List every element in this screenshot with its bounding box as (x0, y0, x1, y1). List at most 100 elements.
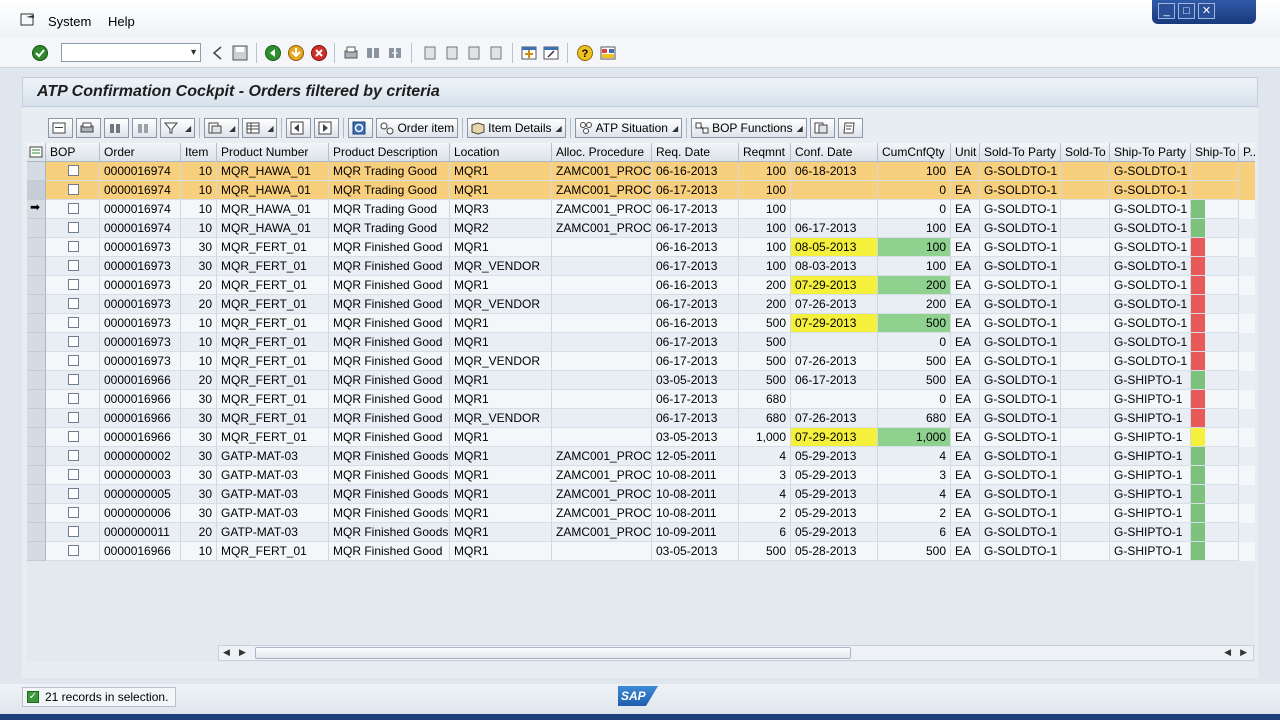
enter-checkmark-icon[interactable] (31, 44, 49, 62)
atp-situation-button[interactable]: ATP Situation ◢ (574, 118, 683, 138)
scroll-right-icon[interactable]: ▶ (239, 647, 246, 658)
order-item-button[interactable]: Order item (376, 118, 459, 138)
table-row[interactable]: 0000016966 30 MQR_FERT_01 MQR Finished Good… (27, 390, 1255, 409)
column-header[interactable]: Unit (951, 143, 980, 162)
expand-button[interactable] (286, 118, 312, 138)
bop-checkbox[interactable] (68, 336, 79, 347)
table-row[interactable]: 0000016966 20 MQR_FERT_01 MQR Finished Good… (27, 371, 1255, 390)
bop-checkbox[interactable] (68, 317, 79, 328)
column-header[interactable]: Item (181, 143, 217, 162)
find-next-button[interactable] (132, 118, 157, 138)
filter-button[interactable]: ◢ (160, 118, 196, 138)
row-selector[interactable] (27, 523, 46, 542)
row-selector[interactable] (27, 485, 46, 504)
bop-checkbox[interactable] (68, 165, 79, 176)
row-selector[interactable] (27, 409, 46, 428)
table-row[interactable]: 0000016973 10 MQR_FERT_01 MQR Finished Good… (27, 314, 1255, 333)
row-selector[interactable] (27, 542, 46, 561)
table-row[interactable]: 0000016974 10 MQR_HAWA_01 MQR Trading Good M… (27, 219, 1255, 238)
scroll-left-icon[interactable]: ◀ (223, 647, 230, 658)
refresh-button[interactable] (348, 118, 374, 138)
scrollbar-thumb[interactable] (255, 647, 851, 659)
column-header[interactable]: BOP (46, 143, 100, 162)
row-selector[interactable] (27, 333, 46, 352)
bop-checkbox[interactable] (68, 184, 79, 195)
row-selector[interactable] (27, 466, 46, 485)
bop-checkbox[interactable] (68, 431, 79, 442)
back-arrow-icon[interactable] (209, 44, 227, 62)
table-row[interactable]: 0000016966 30 MQR_FERT_01 MQR Finished Good… (27, 409, 1255, 428)
row-selector[interactable] (27, 371, 46, 390)
table-row[interactable]: 0000016973 20 MQR_FERT_01 MQR Finished Good… (27, 295, 1255, 314)
find-icon[interactable] (364, 44, 382, 62)
select-all-icon[interactable] (27, 143, 46, 162)
row-selector[interactable] (27, 219, 46, 238)
find-button[interactable] (104, 118, 129, 138)
column-header[interactable]: Location (450, 143, 552, 162)
row-selector[interactable] (27, 352, 46, 371)
table-row[interactable]: 0000000005 30 GATP-MAT-03 MQR Finished Good… (27, 485, 1255, 504)
previous-page-icon[interactable] (443, 44, 461, 62)
table-row[interactable]: 0000000002 30 GATP-MAT-03 MQR Finished Good… (27, 447, 1255, 466)
back-icon[interactable] (264, 44, 282, 62)
column-header[interactable]: Conf. Date (791, 143, 878, 162)
table-row[interactable]: 0000016973 30 MQR_FERT_01 MQR Finished Good… (27, 238, 1255, 257)
row-selector[interactable] (27, 504, 46, 523)
layout-button[interactable]: ◢ (242, 118, 278, 138)
column-header[interactable]: CumCnfQty (878, 143, 951, 162)
menu-help[interactable]: Help (108, 14, 135, 29)
row-selector[interactable] (27, 257, 46, 276)
table-row[interactable]: 0000000006 30 GATP-MAT-03 MQR Finished Good… (27, 504, 1255, 523)
table-row[interactable]: 0000000011 20 GATP-MAT-03 MQR Finished Good… (27, 523, 1255, 542)
column-header[interactable]: Ship-To Party (1110, 143, 1191, 162)
export-button[interactable]: ◢ (204, 118, 240, 138)
bop-checkbox[interactable] (68, 298, 79, 309)
table-row[interactable]: 0000016974 10 MQR_HAWA_01 MQR Trading Good M… (27, 162, 1255, 181)
bop-checkbox[interactable] (68, 412, 79, 423)
menu-icon[interactable] (20, 13, 36, 27)
chevron-down-icon[interactable]: ▼ (189, 47, 198, 57)
bop-checkbox[interactable] (68, 260, 79, 271)
exit-icon[interactable] (287, 44, 305, 62)
column-header[interactable]: Req. Date (652, 143, 739, 162)
column-header[interactable]: P.. (1239, 143, 1255, 162)
table-row[interactable]: 0000016966 10 MQR_FERT_01 MQR Finished Good… (27, 542, 1255, 561)
bop-checkbox[interactable] (68, 279, 79, 290)
bop-checkbox[interactable] (68, 393, 79, 404)
help-icon[interactable]: ? (576, 44, 594, 62)
bop-checkbox[interactable] (68, 374, 79, 385)
column-header[interactable]: Ship-To (1191, 143, 1239, 162)
new-session-icon[interactable] (520, 44, 538, 62)
row-selector[interactable] (27, 447, 46, 466)
cancel-icon[interactable] (310, 44, 328, 62)
table-row[interactable]: 0000016973 20 MQR_FERT_01 MQR Finished Good… (27, 276, 1255, 295)
row-selector[interactable] (27, 295, 46, 314)
column-header[interactable]: Sold-To Party (980, 143, 1061, 162)
bop-checkbox[interactable] (68, 469, 79, 480)
details-button[interactable] (48, 118, 73, 138)
display-log-button[interactable] (809, 118, 835, 138)
table-row[interactable]: 0000016966 30 MQR_FERT_01 MQR Finished Good… (27, 428, 1255, 447)
column-header[interactable]: Reqmnt (739, 143, 791, 162)
collapse-button[interactable] (314, 118, 340, 138)
column-header[interactable]: Product Description (329, 143, 450, 162)
first-page-icon[interactable] (421, 44, 439, 62)
table-row[interactable]: 0000016973 10 MQR_FERT_01 MQR Finished Good… (27, 352, 1255, 371)
close-window-icon[interactable]: ✕ (1198, 3, 1215, 19)
table-row[interactable]: ➡ 0000016974 10 MQR_HAWA_01 MQR Trading Good… (27, 200, 1255, 219)
table-row[interactable]: 0000016973 30 MQR_FERT_01 MQR Finished Good… (27, 257, 1255, 276)
command-field[interactable]: ▼ (61, 43, 201, 62)
scroll-left-end-icon[interactable]: ◀ (1224, 647, 1231, 658)
bop-checkbox[interactable] (68, 450, 79, 461)
row-selector[interactable] (27, 428, 46, 447)
customize-layout-icon[interactable] (599, 44, 617, 62)
row-selector[interactable] (27, 390, 46, 409)
maximize-icon[interactable]: □ (1178, 3, 1195, 19)
shortcut-icon[interactable] (542, 44, 560, 62)
row-selector[interactable] (27, 238, 46, 257)
menu-system[interactable]: System (48, 14, 91, 29)
print-preview-button[interactable] (76, 118, 101, 138)
print-icon[interactable] (342, 44, 360, 62)
bop-checkbox[interactable] (68, 241, 79, 252)
scroll-log-button[interactable] (837, 118, 863, 138)
